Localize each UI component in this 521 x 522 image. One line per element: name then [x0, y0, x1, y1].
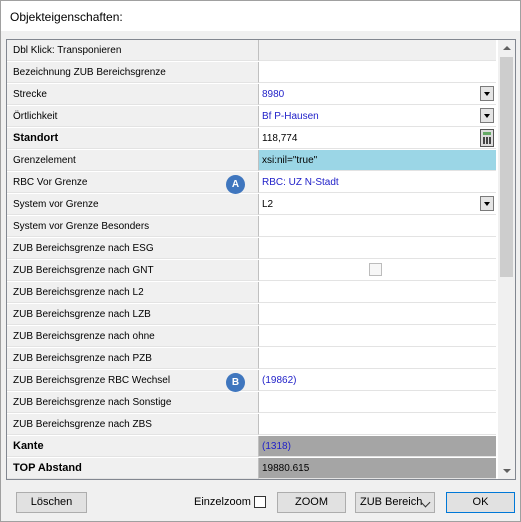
property-value[interactable] [259, 392, 496, 413]
property-value[interactable] [259, 40, 496, 61]
grid-row-nach-lzb[interactable]: ZUB Bereichsgrenze nach LZB [7, 304, 497, 326]
property-value-cell[interactable]: Bf P-Hausen [259, 106, 496, 127]
property-label: Dbl Klick: Transponieren [7, 40, 259, 61]
property-grid[interactable]: Dbl Klick: Transponieren Bezeichnung ZUB… [6, 39, 516, 480]
zoom-button[interactable]: ZOOM [277, 492, 346, 513]
property-label: System vor Grenze [7, 194, 259, 215]
property-label: ZUB Bereichsgrenze nach PZB [7, 348, 259, 369]
property-label: RBC Vor Grenze [7, 172, 259, 193]
calculator-icon[interactable] [480, 129, 494, 147]
grid-row-standort[interactable]: Standort 118,774 [7, 128, 497, 150]
property-value[interactable] [259, 282, 496, 303]
property-label: ZUB Bereichsgrenze nach LZB [7, 304, 259, 325]
property-label: ZUB Bereichsgrenze nach ESG [7, 238, 259, 259]
grid-row-nach-ohne[interactable]: ZUB Bereichsgrenze nach ohne [7, 326, 497, 348]
property-value[interactable] [259, 216, 496, 237]
annotation-badge-a: A [226, 175, 245, 194]
properties-dialog: Objekteigenschaften: Dbl Klick: Transpon… [0, 0, 521, 522]
property-label: ZUB Bereichsgrenze nach Sonstige [7, 392, 259, 413]
property-value[interactable] [259, 238, 496, 259]
property-value-cell[interactable]: 8980 [259, 84, 496, 105]
vertical-scrollbar[interactable] [498, 40, 515, 479]
property-value[interactable] [259, 62, 496, 83]
zub-combo[interactable]: ZUB Bereich [355, 492, 435, 513]
property-value[interactable]: (1318) [259, 436, 496, 457]
property-value[interactable]: 19880.615 [259, 458, 496, 479]
property-value[interactable] [259, 348, 496, 369]
grid-row-grenzelement[interactable]: Grenzelement xsi:nil="true" [7, 150, 497, 172]
property-label: Standort [7, 128, 259, 149]
window-title: Objekteigenschaften: [10, 10, 123, 24]
grid-row-oertlichkeit[interactable]: Örtlichkeit Bf P-Hausen [7, 106, 497, 128]
property-value[interactable]: (19862) [259, 370, 496, 391]
scroll-thumb[interactable] [500, 57, 513, 277]
grid-row-dbl-klick[interactable]: Dbl Klick: Transponieren [7, 40, 497, 62]
einzelzoom-label: Einzelzoom [194, 496, 251, 508]
grid-row-top-abstand[interactable]: TOP Abstand 19880.615 [7, 458, 497, 479]
property-value-cell[interactable] [259, 260, 496, 281]
annotation-badge-b: B [226, 373, 245, 392]
grid-row-rbc-vor-grenze[interactable]: RBC Vor Grenze RBC: UZ N-Stadt [7, 172, 497, 194]
grid-row-system-besonders[interactable]: System vor Grenze Besonders [7, 216, 497, 238]
property-label: Örtlichkeit [7, 106, 259, 127]
einzelzoom-checkbox[interactable] [254, 496, 266, 508]
dropdown-arrow-icon[interactable] [480, 108, 494, 123]
property-label: Bezeichnung ZUB Bereichsgrenze [7, 62, 259, 83]
property-value[interactable]: RBC: UZ N-Stadt [259, 172, 496, 193]
property-value: 8980 [262, 89, 285, 100]
property-value[interactable] [259, 304, 496, 325]
grid-row-rbc-wechsel[interactable]: ZUB Bereichsgrenze RBC Wechsel (19862) [7, 370, 497, 392]
dropdown-arrow-icon[interactable] [480, 196, 494, 211]
grid-row-nach-sonstige[interactable]: ZUB Bereichsgrenze nach Sonstige [7, 392, 497, 414]
grid-row-nach-pzb[interactable]: ZUB Bereichsgrenze nach PZB [7, 348, 497, 370]
scroll-down-icon[interactable] [498, 462, 515, 479]
grid-row-nach-gnt[interactable]: ZUB Bereichsgrenze nach GNT [7, 260, 497, 282]
grid-row-nach-l2[interactable]: ZUB Bereichsgrenze nach L2 [7, 282, 497, 304]
grid-row-bezeichnung[interactable]: Bezeichnung ZUB Bereichsgrenze [7, 62, 497, 84]
property-value: Bf P-Hausen [262, 111, 319, 122]
delete-button[interactable]: Löschen [16, 492, 87, 513]
grid-row-nach-zbs[interactable]: ZUB Bereichsgrenze nach ZBS [7, 414, 497, 436]
property-label: TOP Abstand [7, 458, 259, 479]
property-label: Grenzelement [7, 150, 259, 171]
property-label: ZUB Bereichsgrenze nach ohne [7, 326, 259, 347]
title-bar: Objekteigenschaften: [1, 1, 520, 31]
ok-button[interactable]: OK [446, 492, 515, 513]
property-value-cell[interactable]: L2 [259, 194, 496, 215]
property-value: L2 [262, 199, 274, 210]
property-label: Kante [7, 436, 259, 457]
property-label: System vor Grenze Besonders [7, 216, 259, 237]
property-value: 118,774 [262, 133, 298, 144]
property-value[interactable] [259, 414, 496, 435]
gnt-checkbox[interactable] [369, 263, 382, 276]
property-value[interactable] [259, 326, 496, 347]
scroll-up-icon[interactable] [498, 40, 515, 57]
grid-row-system-vor-grenze[interactable]: System vor Grenze L2 [7, 194, 497, 216]
grid-row-kante[interactable]: Kante (1318) [7, 436, 497, 458]
grid-row-strecke[interactable]: Strecke 8980 [7, 84, 497, 106]
property-label: Strecke [7, 84, 259, 105]
dropdown-arrow-icon[interactable] [480, 86, 494, 101]
property-label: ZUB Bereichsgrenze RBC Wechsel [7, 370, 259, 391]
property-value-cell[interactable]: 118,774 [259, 128, 496, 149]
property-value[interactable]: xsi:nil="true" [259, 150, 496, 171]
property-label: ZUB Bereichsgrenze nach GNT [7, 260, 259, 281]
grid-row-nach-esg[interactable]: ZUB Bereichsgrenze nach ESG [7, 238, 497, 260]
property-label: ZUB Bereichsgrenze nach L2 [7, 282, 259, 303]
property-label: ZUB Bereichsgrenze nach ZBS [7, 414, 259, 435]
zub-combo-value: ZUB Bereich [360, 496, 423, 508]
